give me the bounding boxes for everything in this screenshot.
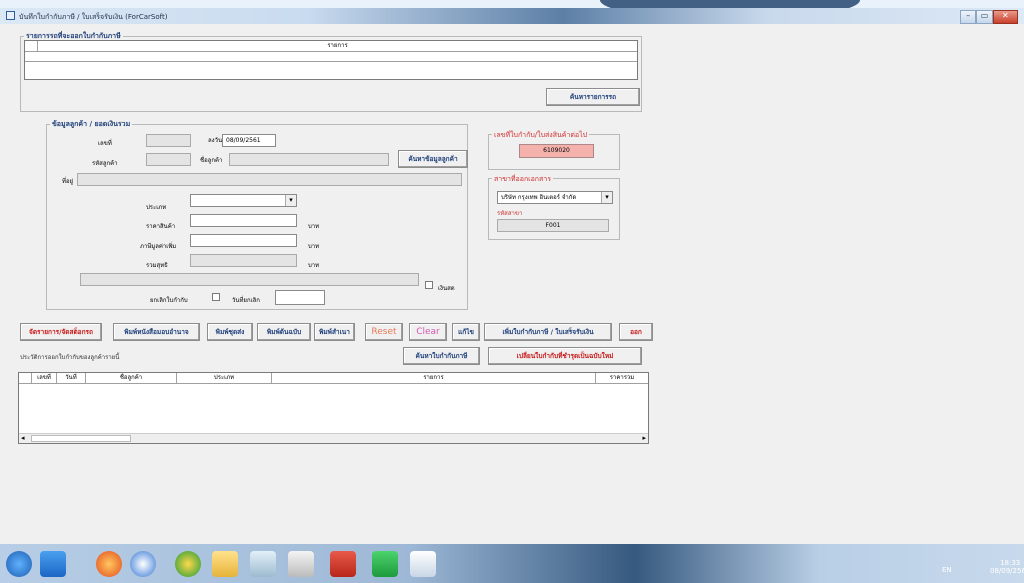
language-indicator[interactable]: EN [942,566,952,574]
search-invoice-button[interactable]: ค้นหาใบกำกับภาษี [403,347,480,365]
folder-icon[interactable] [212,551,238,577]
next-invoice-title: เลขที่ใบกำกับ/ใบส่งสินค้าต่อไป [492,130,590,141]
line-icon[interactable] [372,551,398,577]
row-selector-header [19,373,32,383]
edit-button[interactable]: แก้ไข [452,323,480,341]
reset-button[interactable]: Reset [365,323,403,341]
vat-label: ภาษีมูลค่าเพิ่ม [140,243,177,250]
cancel-invoice-checkbox[interactable] [212,293,220,301]
print-original-button[interactable]: พิมพ์ต้นฉบับ [257,323,311,341]
table-row[interactable] [25,52,637,62]
next-invoice-number: 6109020 [519,144,594,158]
search-customer-button[interactable]: ค้นหาข้อมูลลูกค้า [398,150,468,168]
active-app-icon[interactable] [410,551,436,577]
customer-name-label: ชื่อลูกค้า [200,157,223,164]
tray-clock[interactable]: 18:33 08/09/2561 [990,559,1024,575]
branch-code-label: รหัสสาขา [497,210,523,217]
start-icon[interactable] [6,551,32,577]
amount-in-words-field[interactable] [80,273,419,286]
pdf-reader-icon[interactable] [330,551,356,577]
internet-explorer-icon[interactable] [130,551,156,577]
history-scrollbar[interactable]: ◂ ▸ [19,433,648,443]
price-unit: บาท [308,223,320,230]
replace-damaged-invoice-button[interactable]: เปลี่ยนใบกำกับที่ชำรุดเป็นฉบับใหม่ [488,347,642,365]
doc-number-field[interactable] [146,134,191,147]
maximize-button[interactable]: ▭ [976,10,993,24]
history-grid-header: เลขที่ วันที่ ชื่อลูกค้า ประเภท รายการ ร… [19,373,648,384]
print-authorization-button[interactable]: พิมพ์หนังสือมอบอำนาจ [113,323,200,341]
customer-code-label: รหัสลูกค้า [92,160,118,167]
vat-unit: บาท [308,243,320,250]
scroll-thumb[interactable] [31,435,131,442]
total-label: รวมสุทธิ [146,262,168,269]
scroll-right-icon[interactable]: ▸ [642,434,646,442]
column-header-type[interactable]: ประเภท [177,373,272,383]
address-field[interactable] [77,173,462,186]
app-window-icon[interactable] [288,551,314,577]
total-unit: บาท [308,262,320,269]
manage-stock-button[interactable]: จัดรายการ/จัดสต็อกรถ [20,323,102,341]
scroll-left-icon[interactable]: ◂ [21,434,25,442]
doc-date-field[interactable]: 08/09/2561 [222,134,276,147]
minimize-button[interactable]: – [960,10,977,24]
exit-button[interactable]: ออก [619,323,653,341]
cancel-date-field[interactable] [275,290,325,305]
customer-group-title: ข้อมูลลูกค้า / ยอดเงินรวม [50,119,133,130]
app-icon [6,11,15,20]
history-caption: ประวัติการออกใบกำกับของลูกค้ารายนี้ [20,354,120,361]
column-header-items[interactable]: รายการ [272,373,596,383]
window-title: บันทึกใบกำกับภาษี / ใบเสร็จรับเงิน (ForC… [19,13,168,21]
tray-time: 18:33 [1000,559,1021,567]
print-copy-button[interactable]: พิมพ์สำเนา [314,323,355,341]
row-selector-header [25,41,38,51]
close-button[interactable]: ✕ [992,10,1018,24]
branch-code-field: F001 [497,219,609,232]
column-header-number[interactable]: เลขที่ [32,373,57,383]
chevron-down-icon: ▾ [601,192,612,203]
chrome-icon[interactable] [175,551,201,577]
car-list-header: รายการ [25,41,637,52]
price-field[interactable] [190,214,297,227]
doc-number-label: เลขที่ [98,140,112,147]
media-icon[interactable] [250,551,276,577]
print-delivery-button[interactable]: พิมพ์ชุดส่ง [207,323,253,341]
clear-button[interactable]: Clear [409,323,447,341]
cash-checkbox[interactable] [425,281,433,289]
tray-date: 08/09/2561 [990,567,1024,575]
type-label: ประเภท [146,204,167,211]
chevron-down-icon: ▾ [285,195,296,206]
branch-group-title: สาขาที่ออกเอกสาร [492,174,553,185]
price-label: ราคาสินค้า [146,223,176,230]
total-field[interactable] [190,254,297,267]
add-invoice-button[interactable]: เพิ่มใบกำกับภาษี / ใบเสร็จรับเงิน [484,323,612,341]
vat-field[interactable] [190,234,297,247]
address-label: ที่อยู่ [62,178,74,185]
column-header-customer[interactable]: ชื่อลูกค้า [86,373,177,383]
search-car-list-button[interactable]: ค้นหารายการรถ [546,88,640,106]
customer-name-field[interactable] [229,153,389,166]
car-list-grid[interactable]: รายการ [24,40,638,80]
firefox-icon[interactable] [96,551,122,577]
cancel-date-label: วันที่ยกเลิก [232,297,260,304]
customer-code-field[interactable] [146,153,191,166]
column-header-date[interactable]: วันที่ [57,373,86,383]
browser-icon[interactable] [40,551,66,577]
type-select[interactable]: ▾ [190,194,297,207]
branch-select-value: บริษัท กรุงเทพ อินเตอร์ จำกัด [501,194,577,201]
column-header-items[interactable]: รายการ [38,41,637,51]
column-header-total[interactable]: ราคารวม [596,373,648,383]
branch-select[interactable]: บริษัท กรุงเทพ อินเตอร์ จำกัด ▾ [497,191,613,204]
cancel-invoice-label: ยกเลิกใบกำกับ [150,297,188,304]
window-controls: – ▭ ✕ [960,10,1018,24]
cash-label: เงินสด [438,285,455,292]
